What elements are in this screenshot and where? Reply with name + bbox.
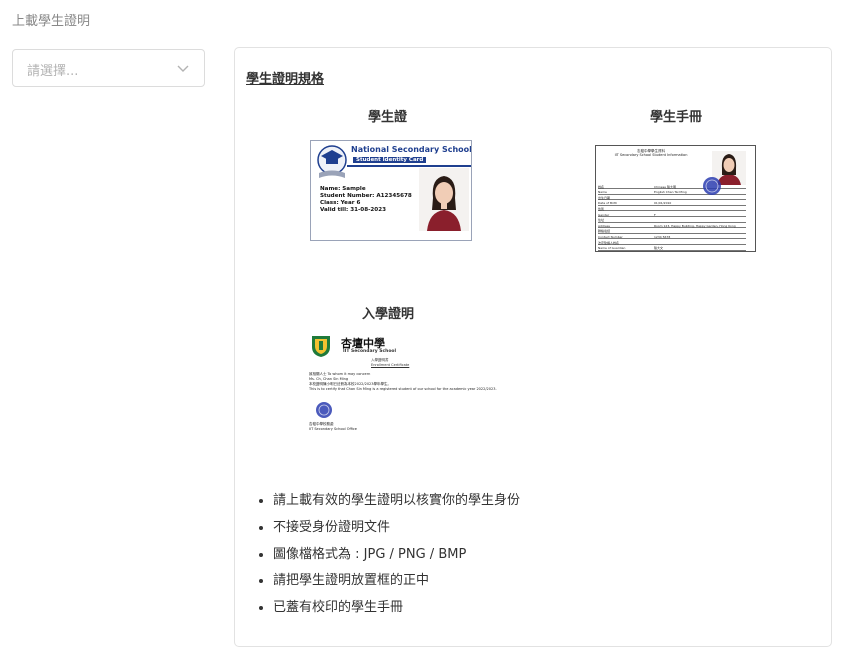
handbook-row-label: Date of Birth bbox=[598, 201, 618, 206]
school-crest-icon bbox=[312, 336, 330, 357]
handbook-row-label: 性別 bbox=[598, 206, 605, 211]
card-divider bbox=[347, 165, 471, 167]
handbook-row-value: 1234 5678 bbox=[654, 234, 671, 239]
requirements-list: 請上載有效的學生證明以核實你的學生身份 不接受身份證明文件 圖像檔格式為 : J… bbox=[257, 488, 520, 622]
table-row: Address Room 123, Happy Building, Happy G… bbox=[598, 223, 746, 229]
handbook-row-label: Name of Guardian bbox=[598, 246, 626, 251]
handbook-row-label: Gender bbox=[598, 212, 610, 217]
admission-title-en: Enrollment Certificate bbox=[371, 363, 410, 367]
admission-line: Ms. Ch, Chan Sin Ming bbox=[309, 377, 349, 381]
list-item: 請上載有效的學生證明以核實你的學生身份 bbox=[273, 488, 520, 515]
card-name: Name: Sample bbox=[320, 186, 366, 192]
admission-label: 入學證明 bbox=[362, 307, 415, 322]
page-title: 上載學生證明 bbox=[12, 14, 91, 29]
card-subtitle: Student Identity Card bbox=[353, 157, 427, 163]
document-type-select[interactable]: 請選擇... bbox=[12, 49, 205, 87]
card-details: Name: Sample Student Number: A12345678 C… bbox=[320, 186, 412, 214]
handbook-row-label: Address bbox=[598, 223, 610, 228]
card-valid: Valid till: 31-08-2023 bbox=[320, 207, 386, 213]
handbook-header: 志壇中學學生資料 IIT Secondary School Student In… bbox=[614, 149, 688, 157]
table-row: Contact Number 1234 5678 bbox=[598, 234, 746, 240]
student-handbook-sample: 志壇中學學生資料 IIT Secondary School Student In… bbox=[595, 145, 756, 252]
table-row: 出生日期 bbox=[598, 195, 746, 201]
handbook-row-label: 聯絡電話 bbox=[598, 229, 611, 234]
handbook-row-label: 住址 bbox=[598, 218, 605, 223]
school-stamp-icon bbox=[703, 177, 721, 195]
spec-title: 學生證明規格 bbox=[246, 72, 325, 87]
handbook-row-value: Room 123, Happy Building, Happy Garden, … bbox=[654, 223, 736, 228]
handbook-row-value: Chinese 陳大明 bbox=[654, 184, 676, 189]
table-row: 住址 bbox=[598, 218, 746, 223]
table-row: 法定監護人姓名 bbox=[598, 240, 746, 245]
specification-panel: 學生證明規格 學生證 學生手冊 入學證明 National Secondary … bbox=[234, 47, 832, 647]
student-photo bbox=[419, 168, 469, 231]
student-card-label: 學生證 bbox=[368, 110, 408, 125]
handbook-row-label: 姓名 bbox=[598, 184, 605, 189]
handbook-row-value: 01/01/2010 bbox=[654, 201, 672, 206]
admission-school-en: IIT Secondary School bbox=[343, 349, 397, 354]
table-row: Date of Birth 01/01/2010 bbox=[598, 201, 746, 206]
handbook-label: 學生手冊 bbox=[650, 110, 703, 125]
admission-certificate-sample: 杏壇中學 IIT Secondary School 入學證明書 Enrollme… bbox=[305, 334, 497, 436]
table-row: 聯絡電話 bbox=[598, 229, 746, 234]
card-student-number: Student Number: A12345678 bbox=[320, 193, 412, 199]
handbook-row-value: English Chan Tai Ming bbox=[654, 190, 687, 195]
school-emblem-icon bbox=[317, 145, 347, 178]
table-row: Name of Guardian 陳大文 bbox=[598, 246, 746, 251]
list-item: 圖像檔格式為 : JPG / PNG / BMP bbox=[273, 542, 520, 569]
list-item: 已蓋有校印的學生手冊 bbox=[273, 595, 520, 622]
list-item: 請把學生證明放置框的正中 bbox=[273, 568, 520, 595]
card-school-name: National Secondary School bbox=[351, 145, 472, 154]
handbook-row-label: 法定監護人姓名 bbox=[598, 240, 620, 245]
admission-office-en: IIT Secondary School Office bbox=[309, 427, 357, 431]
list-item: 不接受身份證明文件 bbox=[273, 515, 520, 542]
table-row: 性別 bbox=[598, 206, 746, 212]
school-stamp-icon bbox=[316, 402, 332, 418]
card-class: Class: Year 6 bbox=[320, 200, 361, 206]
admission-line: This is to certify that Chan Sin Ming is… bbox=[309, 387, 497, 391]
handbook-row-value: F bbox=[654, 212, 656, 217]
table-row: Gender F bbox=[598, 212, 746, 217]
handbook-row-value: 陳大文 bbox=[654, 246, 664, 251]
student-card-sample: National Secondary School Student Identi… bbox=[310, 140, 472, 241]
table-row: Name English Chan Tai Ming bbox=[598, 190, 746, 195]
handbook-row-label: Contact Number bbox=[598, 234, 623, 239]
handbook-row-label: Name bbox=[598, 190, 607, 195]
select-placeholder: 請選擇... bbox=[27, 64, 79, 79]
chevron-down-icon bbox=[177, 65, 189, 72]
handbook-row-label: 出生日期 bbox=[598, 195, 611, 200]
